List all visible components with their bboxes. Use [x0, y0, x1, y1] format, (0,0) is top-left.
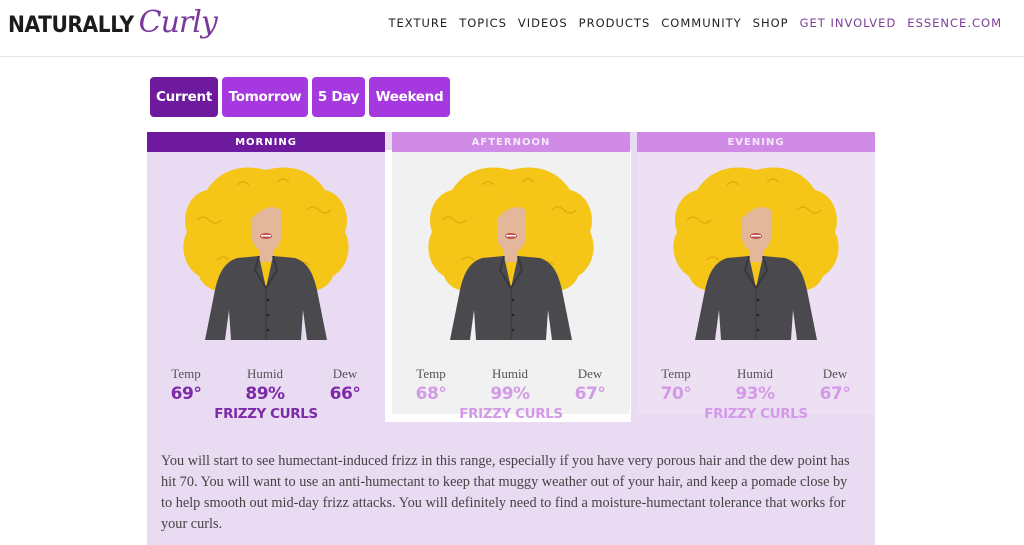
forecast-card-evening[interactable]: EVENING Temp 70° Humid 93% Dew 67° FRIZZ… [637, 132, 875, 422]
stat-temp: Temp 70° [641, 366, 711, 406]
stat-humid: Humid 99% [475, 366, 545, 406]
nav-community[interactable]: COMMUNITY [661, 15, 741, 31]
forecast-tabs: Current Tomorrow 5 Day Weekend [150, 77, 454, 117]
dew-value: 66° [329, 384, 361, 404]
nav-shop[interactable]: SHOP [753, 15, 789, 31]
tab-tomorrow[interactable]: Tomorrow [222, 77, 308, 117]
temp-label: Temp [661, 366, 691, 381]
temp-value: 69° [170, 384, 202, 404]
hair-condition: FRIZZY CURLS [459, 406, 563, 422]
humid-label: Humid [246, 366, 284, 381]
stat-dew: Dew 67° [800, 366, 870, 406]
site-logo[interactable]: NATURALLY Curly [8, 5, 218, 50]
temp-label: Temp [171, 366, 201, 381]
dew-label: Dew [332, 366, 358, 381]
stat-temp: Temp 68° [396, 366, 466, 406]
card-body: Temp 68° Humid 99% Dew 67° FRIZZY CURLS [392, 152, 630, 422]
hair-condition: FRIZZY CURLS [704, 406, 808, 422]
main-nav: TEXTURE TOPICS VIDEOS PRODUCTS COMMUNITY… [378, 15, 1002, 31]
card-period-label: EVENING [637, 132, 875, 152]
humid-value: 99% [490, 384, 530, 404]
hair-condition: FRIZZY CURLS [214, 406, 318, 422]
temp-value: 70° [660, 384, 692, 404]
forecast-card-morning[interactable]: MORNING Temp 69° Humid 89% Dew 66° FRIZZ… [147, 132, 385, 422]
temp-label: Temp [416, 366, 446, 381]
forecast-description: You will start to see humectant-induced … [161, 453, 850, 532]
nav-videos[interactable]: VIDEOS [518, 15, 568, 31]
nav-essence[interactable]: ESSENCE.COM [907, 15, 1002, 31]
card-body: Temp 70° Humid 93% Dew 67° FRIZZY CURLS [637, 152, 875, 422]
frizzy-hair-illustration [427, 166, 595, 341]
humid-label: Humid [491, 366, 529, 381]
stat-humid: Humid 93% [720, 366, 790, 406]
card-body: Temp 69° Humid 89% Dew 66° FRIZZY CURLS [147, 152, 385, 422]
humid-value: 89% [245, 384, 285, 404]
dew-value: 67° [574, 384, 606, 404]
frizzy-hair-illustration [182, 166, 350, 341]
humid-value: 93% [735, 384, 775, 404]
tab-current[interactable]: Current [150, 77, 218, 117]
temp-value: 68° [415, 384, 447, 404]
forecast-card-afternoon[interactable]: AFTERNOON Temp 68° Humid 99% Dew 67° FRI… [392, 132, 630, 422]
dew-label: Dew [822, 366, 848, 381]
stat-temp: Temp 69° [151, 366, 221, 406]
tab-5-day[interactable]: 5 Day [312, 77, 365, 117]
humid-label: Humid [736, 366, 774, 381]
card-period-label: MORNING [147, 132, 385, 152]
site-header: NATURALLY Curly TEXTURE TOPICS VIDEOS PR… [0, 0, 1024, 57]
stat-dew: Dew 66° [310, 366, 380, 406]
frizzy-hair-illustration [672, 166, 840, 341]
stat-humid: Humid 89% [230, 366, 300, 406]
logo-wordmark: NATURALLY [8, 13, 134, 38]
card-period-label: AFTERNOON [392, 132, 630, 152]
nav-products[interactable]: PRODUCTS [579, 15, 651, 31]
nav-topics[interactable]: TOPICS [459, 15, 507, 31]
nav-get-involved[interactable]: GET INVOLVED [800, 15, 897, 31]
stat-dew: Dew 67° [555, 366, 625, 406]
dew-label: Dew [577, 366, 603, 381]
logo-script: Curly [138, 5, 218, 40]
tab-weekend[interactable]: Weekend [369, 77, 450, 117]
nav-texture[interactable]: TEXTURE [389, 15, 449, 31]
dew-value: 67° [819, 384, 851, 404]
